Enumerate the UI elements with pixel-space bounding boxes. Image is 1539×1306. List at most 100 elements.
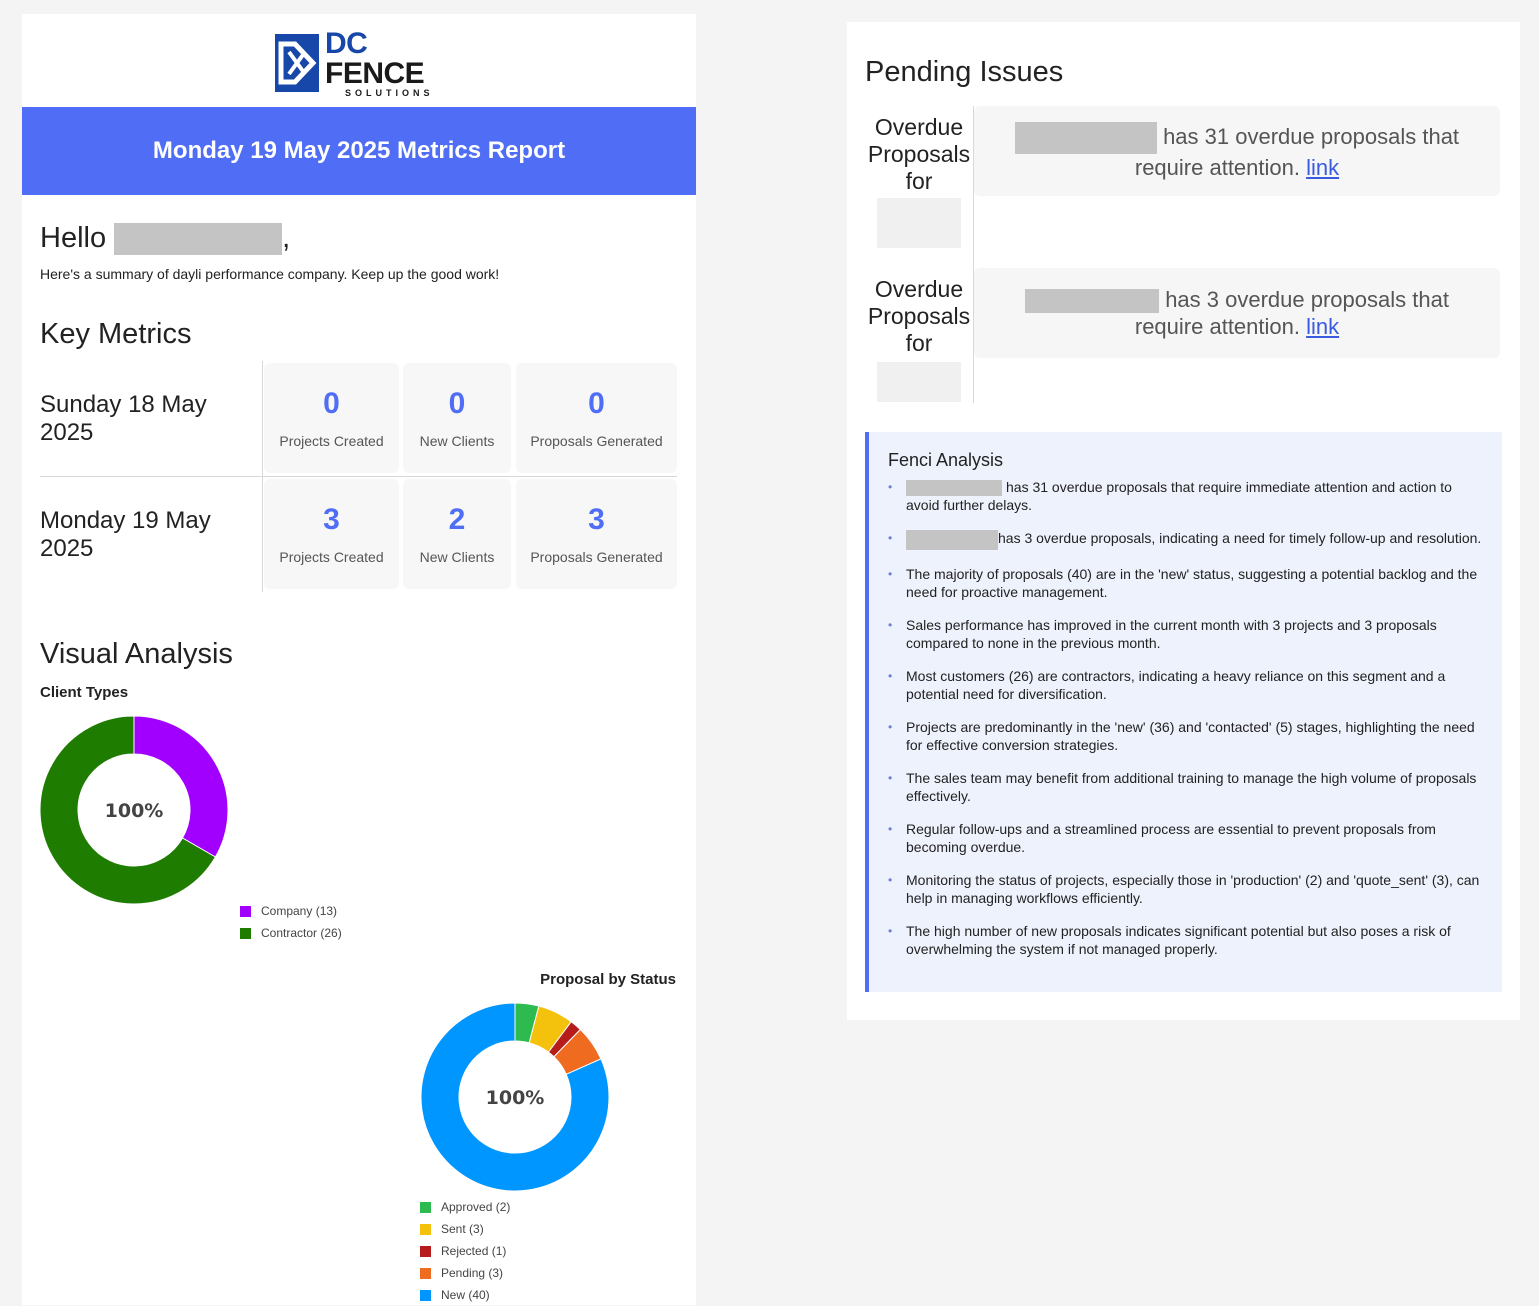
key-metrics-heading: Key Metrics	[40, 318, 192, 350]
legend-item: Company (13)	[240, 900, 342, 922]
logo-text-dc: DC	[325, 26, 368, 60]
metric-card-projects: 0 Projects Created	[264, 363, 399, 473]
pending-issues-heading: Pending Issues	[865, 56, 1064, 88]
list-item-text: The high number of new proposals indicat…	[906, 922, 1451, 957]
metric-value: 3	[588, 503, 605, 536]
company-logo: DC FENCE SOLUTIONS	[275, 28, 447, 97]
redacted-name	[906, 480, 1002, 497]
list-item-text: The sales team may benefit from addition…	[906, 769, 1477, 804]
visual-analysis-heading: Visual Analysis	[40, 638, 233, 670]
list-item: The majority of proposals (40) are in th…	[888, 565, 1488, 601]
redacted-name	[906, 529, 998, 550]
logo-text-fence: FENCE	[325, 56, 425, 90]
pending-issue-row: Overdue Proposals for has 3 overdue prop…	[847, 268, 1520, 403]
pending-issue-label: Overdue Proposals for	[867, 114, 971, 194]
legend-label: Approved (2)	[441, 1200, 511, 1214]
pending-issue-message: has 31 overdue proposals that require at…	[974, 106, 1500, 196]
legend-swatch	[420, 1245, 431, 1257]
pending-issue-link[interactable]: link	[1306, 314, 1339, 339]
metrics-row: Monday 19 May 2025 3 Projects Created 2 …	[40, 477, 677, 592]
list-item: Monitoring the status of projects, espec…	[888, 871, 1488, 907]
metrics-date: Sunday 18 May 2025	[40, 390, 207, 446]
metric-label: Projects Created	[279, 549, 384, 565]
metrics-date: Monday 19 May 2025	[40, 506, 211, 562]
list-item-text: Sales performance has improved in the cu…	[906, 616, 1437, 651]
greeting-text: Hello	[40, 222, 107, 254]
fenci-analysis-box: Fenci Analysis has 31 overdue proposals …	[865, 432, 1502, 992]
list-item: The high number of new proposals indicat…	[888, 922, 1488, 958]
metric-value: 0	[323, 387, 340, 420]
list-item-text: has 3 overdue proposals, indicating a ne…	[998, 530, 1482, 547]
legend-item: New (40)	[420, 1284, 510, 1306]
list-item: has 31 overdue proposals that require im…	[888, 478, 1488, 514]
metric-label: Proposals Generated	[530, 433, 663, 449]
metrics-table: Sunday 18 May 2025 0 Projects Created 0 …	[40, 361, 677, 592]
legend-swatch	[420, 1289, 431, 1301]
legend-label: New (40)	[441, 1288, 490, 1302]
legend-swatch	[240, 905, 251, 917]
metric-value: 0	[448, 387, 466, 420]
metrics-row: Sunday 18 May 2025 0 Projects Created 0 …	[40, 361, 677, 477]
pending-issue-text: has 3 overdue proposals that require att…	[1134, 286, 1449, 340]
chart-title: Proposal by Status	[540, 971, 676, 988]
fenci-analysis-list: has 31 overdue proposals that require im…	[888, 478, 1488, 973]
legend-item: Approved (2)	[420, 1196, 510, 1218]
list-item: has 3 overdue proposals, indicating a ne…	[888, 529, 1488, 550]
pending-issue-message: has 3 overdue proposals that require att…	[974, 268, 1500, 358]
pending-issue-text: has 31 overdue proposals that require at…	[1134, 123, 1460, 180]
legend-swatch	[420, 1267, 431, 1279]
metric-value: 0	[588, 387, 605, 420]
donut-center-label: 100%	[105, 800, 164, 822]
pending-issue-label: Overdue Proposals for	[867, 276, 971, 356]
list-item-text: Monitoring the status of projects, espec…	[906, 871, 1480, 906]
list-item-text: Most customers (26) are contractors, ind…	[906, 667, 1446, 702]
blurred-image	[877, 362, 961, 402]
metric-value: 3	[323, 503, 340, 536]
legend-item: Sent (3)	[420, 1218, 510, 1240]
donut-slice	[133, 715, 229, 858]
greeting: Hello ,	[40, 222, 290, 255]
list-item-text: Regular follow-ups and a streamlined pro…	[906, 820, 1436, 855]
legend-item: Pending (3)	[420, 1262, 510, 1284]
donut-center-label: 100%	[486, 1087, 545, 1109]
metric-label: Proposals Generated	[530, 549, 663, 565]
metric-card-proposals: 3 Proposals Generated	[516, 479, 677, 589]
report-title-banner: Monday 19 May 2025 Metrics Report	[22, 107, 696, 195]
list-item: Sales performance has improved in the cu…	[888, 616, 1488, 652]
metric-card-clients: 0 New Clients	[403, 363, 511, 473]
list-item-text: The majority of proposals (40) are in th…	[906, 565, 1478, 600]
redacted-name	[1014, 121, 1157, 154]
legend-label: Rejected (1)	[441, 1244, 507, 1258]
metric-label: Projects Created	[279, 433, 384, 449]
metric-label: New Clients	[419, 549, 495, 565]
list-item: Projects are predominantly in the 'new' …	[888, 718, 1488, 754]
fenci-analysis-title: Fenci Analysis	[888, 450, 1004, 470]
logo-mark-icon	[275, 34, 319, 92]
list-item: The sales team may benefit from addition…	[888, 769, 1488, 805]
legend-swatch	[240, 927, 251, 939]
metric-card-projects: 3 Projects Created	[264, 479, 399, 589]
proposal-status-donut-chart: 100%	[420, 1002, 610, 1192]
greeting-comma: ,	[282, 222, 291, 254]
client-types-legend: Company (13) Contractor (26)	[240, 900, 342, 944]
legend-label: Pending (3)	[441, 1266, 504, 1280]
metric-card-clients: 2 New Clients	[403, 479, 511, 589]
metric-label: New Clients	[419, 433, 495, 449]
legend-swatch	[420, 1201, 431, 1213]
redacted-name	[1025, 289, 1160, 314]
legend-label: Company (13)	[261, 904, 338, 918]
client-types-donut-chart: 100%	[39, 715, 229, 905]
list-item-text: Projects are predominantly in the 'new' …	[906, 718, 1475, 753]
legend-item: Contractor (26)	[240, 922, 342, 944]
report-panel: DC FENCE SOLUTIONS Monday 19 May 2025 Me…	[22, 14, 696, 1305]
proposal-status-legend: Approved (2) Sent (3) Rejected (1) Pending …	[420, 1196, 510, 1306]
legend-label: Contractor (26)	[261, 926, 342, 940]
pending-issue-link[interactable]: link	[1306, 155, 1339, 180]
list-item: Regular follow-ups and a streamlined pro…	[888, 820, 1488, 856]
chart-title: Client Types	[40, 684, 129, 701]
legend-item: Rejected (1)	[420, 1240, 510, 1262]
redacted-name	[114, 222, 283, 255]
metric-card-proposals: 0 Proposals Generated	[516, 363, 677, 473]
blurred-image	[877, 198, 961, 248]
legend-label: Sent (3)	[441, 1222, 484, 1236]
